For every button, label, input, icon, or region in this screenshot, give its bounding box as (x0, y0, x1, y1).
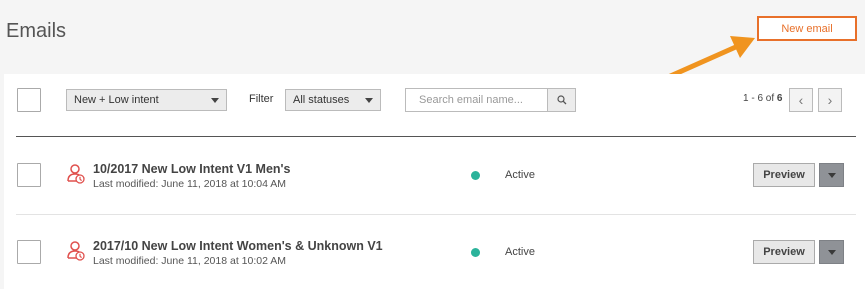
status-dot-icon (471, 171, 480, 180)
email-name[interactable]: 10/2017 New Low Intent V1 Men's (93, 162, 290, 176)
email-name[interactable]: 2017/10 New Low Intent Women's & Unknown… (93, 239, 383, 253)
email-row[interactable]: 10/2017 New Low Intent V1 Men's Last mod… (4, 138, 865, 213)
filter-label: Filter (249, 93, 274, 105)
caret-down-icon (827, 172, 836, 178)
caret-down-icon (827, 249, 836, 255)
preview-button[interactable]: Preview (753, 240, 815, 264)
prev-page-button[interactable]: ‹ (789, 88, 813, 112)
row-checkbox[interactable] (17, 240, 41, 264)
row-actions-dropdown[interactable] (819, 240, 844, 264)
status-dot-icon (471, 248, 480, 257)
email-status: Active (505, 246, 535, 258)
email-row[interactable]: 2017/10 New Low Intent Women's & Unknown… (4, 215, 865, 289)
pagination-text: 1 - 6 of 6 (743, 93, 782, 104)
audience-select[interactable]: New + Low intent (66, 89, 227, 111)
page-title: Emails (6, 20, 67, 42)
email-last-modified: Last modified: June 11, 2018 at 10:02 AM (93, 255, 287, 267)
emails-panel: New + Low intent Filter All statuses Sea… (4, 74, 865, 289)
pagination-range: 1 - 6 of (743, 93, 777, 104)
status-select-value: All statuses (293, 94, 350, 106)
search-icon (556, 95, 566, 105)
preview-button[interactable]: Preview (753, 163, 815, 187)
person-email-icon (67, 241, 85, 261)
header-divider (16, 136, 856, 137)
new-email-button[interactable]: New email (757, 16, 857, 41)
status-select[interactable]: All statuses (285, 89, 381, 111)
row-checkbox[interactable] (17, 163, 41, 187)
person-email-icon (67, 164, 85, 184)
chevron-right-icon: › (827, 92, 833, 108)
caret-down-icon (211, 98, 219, 103)
caret-down-icon (365, 98, 373, 103)
select-all-checkbox[interactable] (17, 88, 41, 112)
audience-select-value: New + Low intent (74, 94, 159, 106)
pagination-total: 6 (776, 93, 783, 104)
chevron-left-icon: ‹ (798, 92, 804, 108)
row-actions-dropdown[interactable] (819, 163, 844, 187)
search-placeholder: Search email name... (419, 94, 523, 106)
search-input[interactable]: Search email name... (405, 88, 548, 112)
search-button[interactable] (547, 88, 576, 112)
next-page-button[interactable]: › (818, 88, 842, 112)
email-status: Active (505, 169, 535, 181)
email-last-modified: Last modified: June 11, 2018 at 10:04 AM (93, 178, 287, 190)
